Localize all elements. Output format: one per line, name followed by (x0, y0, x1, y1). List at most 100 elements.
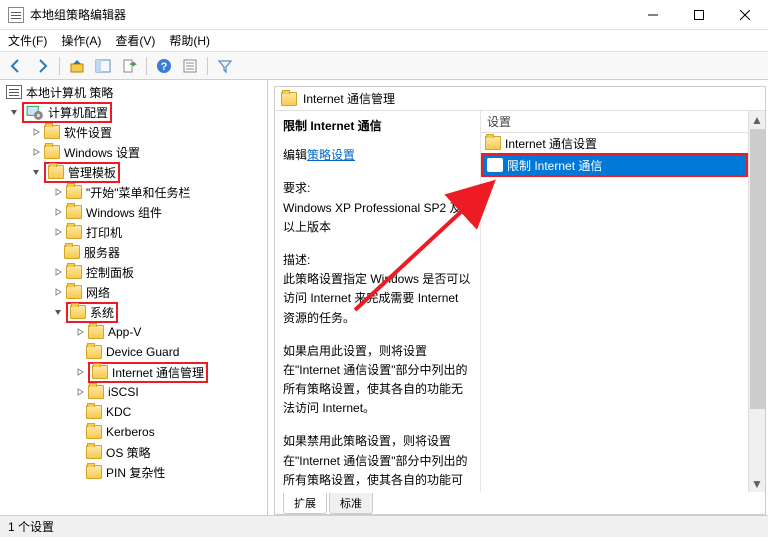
tab-extended[interactable]: 扩展 (283, 493, 327, 514)
desc-req-label: 要求: (283, 179, 472, 198)
desc-title: 限制 Internet 通信 (283, 117, 472, 136)
status-text: 1 个设置 (8, 518, 54, 535)
forward-button[interactable] (30, 55, 54, 77)
maximize-button[interactable] (676, 0, 722, 30)
tree-kdc-label: KDC (106, 405, 131, 419)
folder-icon (88, 325, 104, 339)
chevron-right-icon[interactable] (74, 326, 86, 338)
folder-icon (86, 425, 102, 439)
desc-desc-label: 描述: (283, 251, 472, 270)
chevron-down-icon[interactable] (8, 106, 20, 118)
tree-servers[interactable]: 服务器 (6, 242, 267, 262)
folder-icon (66, 205, 82, 219)
folder-icon (86, 405, 102, 419)
folder-icon (66, 185, 82, 199)
tree-appv[interactable]: App-V (6, 322, 267, 342)
chevron-right-icon[interactable] (52, 286, 64, 298)
tree-device-guard[interactable]: Device Guard (6, 342, 267, 362)
tree-system[interactable]: 系统 (6, 302, 267, 322)
tree-os-policy[interactable]: OS 策略 (6, 442, 267, 462)
tree-kerberos-label: Kerberos (106, 425, 155, 439)
tree-iscsi[interactable]: iSCSI (6, 382, 267, 402)
folder-icon (66, 225, 82, 239)
scroll-thumb[interactable] (750, 129, 765, 409)
tree-network[interactable]: 网络 (6, 282, 267, 302)
tree-appv-label: App-V (108, 325, 141, 339)
tree-printers[interactable]: 打印机 (6, 222, 267, 242)
list-header[interactable]: 设置 (481, 111, 748, 133)
tree-internet-comm-mgmt[interactable]: Internet 通信管理 (6, 362, 267, 382)
policy-icon (6, 85, 22, 99)
folder-icon (86, 445, 102, 459)
menu-view[interactable]: 查看(V) (115, 32, 155, 49)
chevron-right-icon[interactable] (52, 266, 64, 278)
content-header-label: Internet 通信管理 (303, 90, 395, 107)
scroll-up-icon[interactable]: ▲ (749, 111, 765, 128)
folder-icon (64, 245, 80, 259)
help-button[interactable]: ? (152, 55, 176, 77)
folder-icon (88, 385, 104, 399)
minimize-button[interactable] (630, 0, 676, 30)
tree-pin-complexity[interactable]: PIN 复杂性 (6, 462, 267, 482)
tree-admin-templates[interactable]: 管理模板 (6, 162, 267, 182)
titlebar: 本地组策略编辑器 (0, 0, 768, 30)
folder-icon (70, 305, 86, 319)
chevron-right-icon[interactable] (30, 146, 42, 158)
tree-software-settings[interactable]: 软件设置 (6, 122, 267, 142)
tree-start-menu-label: "开始"菜单和任务栏 (86, 184, 191, 201)
desc-req-text: Windows XP Professional SP2 及以上版本 (283, 199, 472, 237)
tree-device-guard-label: Device Guard (106, 345, 179, 359)
properties-button[interactable] (178, 55, 202, 77)
chevron-right-icon[interactable] (52, 226, 64, 238)
tree-root[interactable]: 本地计算机 策略 (6, 82, 267, 102)
content-scrollbar[interactable]: ▲ ▼ (748, 111, 765, 492)
toolbar: ? (0, 52, 768, 80)
chevron-right-icon[interactable] (52, 206, 64, 218)
filter-button[interactable] (213, 55, 237, 77)
body: 本地计算机 策略 计算机配置 软件设置 Windows 设置 管理模板 (0, 80, 768, 515)
edit-policy-link[interactable]: 策略设置 (307, 148, 355, 162)
tree-control-panel[interactable]: 控制面板 (6, 262, 267, 282)
up-button[interactable] (65, 55, 89, 77)
folder-icon (86, 465, 102, 479)
tree-internet-comm-mgmt-label: Internet 通信管理 (112, 364, 204, 381)
list-row-restrict-internet[interactable]: 限制 Internet 通信 (483, 155, 746, 175)
chevron-right-icon[interactable] (74, 366, 86, 378)
computer-config-icon (26, 104, 44, 120)
content-header: Internet 通信管理 (275, 87, 765, 111)
list-row-internet-comm-settings[interactable]: Internet 通信设置 (481, 133, 748, 153)
folder-icon (66, 285, 82, 299)
chevron-down-icon[interactable] (52, 306, 64, 318)
menu-help[interactable]: 帮助(H) (169, 32, 210, 49)
folder-icon (44, 125, 60, 139)
tree-iscsi-label: iSCSI (108, 385, 139, 399)
chevron-down-icon[interactable] (30, 166, 42, 178)
folder-icon (66, 265, 82, 279)
export-button[interactable] (117, 55, 141, 77)
tree-admin-templates-label: 管理模板 (68, 164, 116, 181)
settings-list: 设置 Internet 通信设置 限制 Internet 通信 (480, 111, 748, 492)
chevron-right-icon[interactable] (30, 126, 42, 138)
folder-icon (281, 92, 297, 106)
tree-kdc[interactable]: KDC (6, 402, 267, 422)
show-hide-tree-button[interactable] (91, 55, 115, 77)
tree-start-menu[interactable]: "开始"菜单和任务栏 (6, 182, 267, 202)
tree-windows-settings[interactable]: Windows 设置 (6, 142, 267, 162)
tree-os-policy-label: OS 策略 (106, 444, 151, 461)
tree-pane: 本地计算机 策略 计算机配置 软件设置 Windows 设置 管理模板 (0, 80, 268, 515)
tree-windows-components[interactable]: Windows 组件 (6, 202, 267, 222)
menu-file[interactable]: 文件(F) (8, 32, 47, 49)
folder-icon (44, 145, 60, 159)
tree-servers-label: 服务器 (84, 244, 120, 261)
folder-icon (485, 136, 501, 150)
tree-computer-config[interactable]: 计算机配置 (6, 102, 267, 122)
chevron-right-icon[interactable] (52, 186, 64, 198)
folder-icon (86, 345, 102, 359)
close-button[interactable] (722, 0, 768, 30)
menu-action[interactable]: 操作(A) (61, 32, 101, 49)
tab-standard[interactable]: 标准 (329, 493, 373, 514)
chevron-right-icon[interactable] (74, 386, 86, 398)
scroll-down-icon[interactable]: ▼ (749, 475, 765, 492)
back-button[interactable] (4, 55, 28, 77)
tree-kerberos[interactable]: Kerberos (6, 422, 267, 442)
